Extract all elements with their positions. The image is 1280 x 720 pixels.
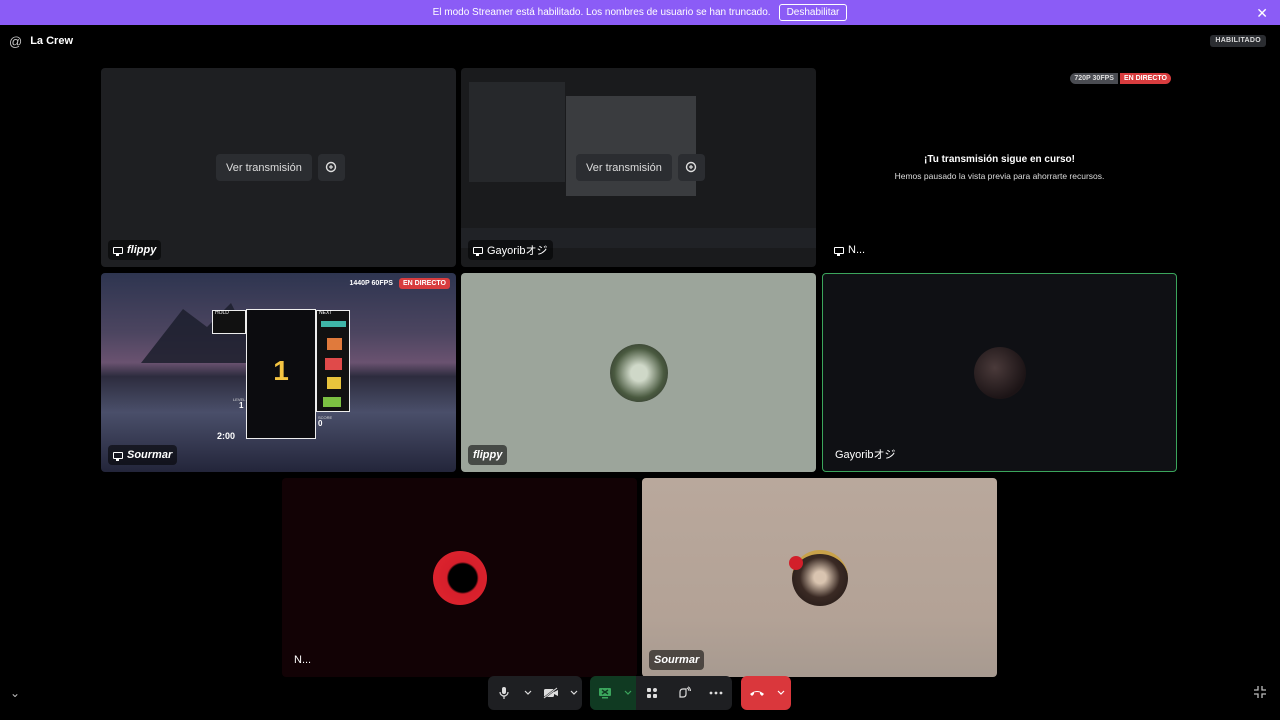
participant-name: flippy bbox=[473, 449, 503, 461]
piece-s bbox=[323, 397, 341, 407]
audio-video-group bbox=[488, 676, 582, 710]
close-icon[interactable]: ✕ bbox=[1256, 5, 1268, 22]
header: @ La Crew HABILITADO bbox=[0, 25, 1280, 57]
participant-label: flippy bbox=[468, 445, 508, 465]
stream-quality-badge: 720P 30FPS EN DIRECTO bbox=[1070, 73, 1171, 84]
user-tile-flippy[interactable]: flippy bbox=[461, 273, 816, 472]
piece-l bbox=[327, 338, 342, 350]
more-options-icon[interactable] bbox=[700, 676, 732, 710]
participant-name: Gayoribオジ bbox=[487, 245, 548, 257]
avatar bbox=[609, 343, 668, 402]
watch-stream-button[interactable]: Ver transmisión bbox=[576, 154, 672, 181]
disconnect-options-chevron-icon[interactable] bbox=[773, 676, 789, 710]
participant-label: Sourmar bbox=[108, 445, 178, 465]
quality-label: 720P 30FPS bbox=[1070, 73, 1118, 84]
streamer-badge: HABILITADO bbox=[1210, 35, 1266, 47]
quality-label: 1440P 60FPS bbox=[349, 280, 393, 287]
next-queue: NEXT bbox=[316, 310, 350, 412]
participant-label: N... bbox=[829, 240, 870, 260]
hang-up-icon[interactable] bbox=[741, 676, 773, 710]
own-stream-tile[interactable]: 720P 30FPS EN DIRECTO ¡Tu transmisión si… bbox=[822, 68, 1177, 267]
share-options-chevron-icon[interactable] bbox=[620, 676, 636, 710]
avatar bbox=[432, 550, 487, 605]
participant-label: Gayoribオジ bbox=[830, 444, 901, 464]
mic-options-chevron-icon[interactable] bbox=[520, 676, 536, 710]
next-label: NEXT bbox=[319, 310, 333, 316]
participant-name: flippy bbox=[127, 244, 157, 256]
disable-streamer-button[interactable]: Deshabilitar bbox=[778, 4, 848, 21]
level-value: 1 bbox=[239, 401, 244, 410]
live-badge: EN DIRECTO bbox=[398, 278, 450, 289]
popout-icon[interactable] bbox=[317, 154, 345, 181]
hold-box: HOLD bbox=[212, 310, 246, 334]
countdown: 1 bbox=[273, 355, 289, 386]
participant-name: Sourmar bbox=[127, 449, 173, 461]
stream-tile-sourmar[interactable]: 1440P 60FPS EN DIRECTO HOLD 1 NEXT LEVEL… bbox=[101, 273, 456, 472]
timer: 2:00 bbox=[217, 431, 236, 441]
camera-options-chevron-icon[interactable] bbox=[566, 676, 582, 710]
user-tile-sourmar[interactable]: Sourmar bbox=[642, 478, 997, 677]
live-badge: EN DIRECTO bbox=[1119, 73, 1171, 84]
participant-label: Sourmar bbox=[649, 650, 705, 670]
participant-name: Gayoribオジ bbox=[835, 449, 896, 461]
tetris-board: 1 bbox=[246, 309, 316, 439]
monitor-icon bbox=[113, 246, 123, 256]
monitor-icon bbox=[834, 246, 844, 256]
call-controls: ⌄ bbox=[0, 676, 1280, 712]
score-value: 0 bbox=[318, 419, 323, 428]
at-icon: @ bbox=[9, 33, 23, 49]
paused-subtitle: Hemos pausado la vista previa para ahorr… bbox=[894, 171, 1105, 181]
paused-title: ¡Tu transmisión sigue en curso! bbox=[924, 154, 1075, 165]
microphone-icon[interactable] bbox=[488, 676, 520, 710]
stream-quality-badge: 1440P 60FPS EN DIRECTO bbox=[345, 278, 450, 289]
watch-stream-button[interactable]: Ver transmisión bbox=[216, 154, 312, 181]
watch-controls: Ver transmisión bbox=[216, 154, 345, 181]
banner-message: El modo Streamer está habilitado. Los no… bbox=[432, 7, 771, 18]
server-title: La Crew bbox=[30, 35, 73, 47]
piece-z bbox=[325, 358, 342, 370]
editor-panel bbox=[469, 82, 565, 182]
flower-decoration bbox=[789, 556, 803, 570]
disconnect-group bbox=[741, 676, 791, 710]
avatar bbox=[973, 346, 1026, 399]
camera-off-icon[interactable] bbox=[536, 676, 566, 710]
monitor-icon bbox=[473, 246, 483, 256]
participant-name: N... bbox=[294, 654, 312, 666]
stream-tile-gayorib[interactable]: Ver transmisión Gayoribオジ bbox=[461, 68, 816, 267]
piece-i bbox=[321, 321, 346, 327]
activities-icon[interactable] bbox=[636, 676, 668, 710]
piece-o bbox=[327, 377, 341, 389]
participant-label: flippy bbox=[108, 240, 162, 260]
screen-share-icon[interactable] bbox=[590, 676, 620, 710]
user-tile-n[interactable]: N... bbox=[282, 478, 637, 677]
exit-fullscreen-icon[interactable] bbox=[1253, 685, 1267, 704]
participant-name: Sourmar bbox=[654, 654, 700, 666]
user-tile-gayorib-speaking[interactable]: Gayoribオジ bbox=[822, 273, 1177, 472]
participant-label: N... bbox=[289, 650, 316, 670]
participant-name: N... bbox=[848, 244, 866, 256]
popout-icon[interactable] bbox=[677, 154, 705, 181]
activity-group bbox=[590, 676, 732, 710]
soundboard-icon[interactable] bbox=[668, 676, 700, 710]
stream-tile-flippy[interactable]: Ver transmisión flippy bbox=[101, 68, 456, 267]
participant-label: Gayoribオジ bbox=[468, 240, 553, 260]
watch-controls: Ver transmisión bbox=[576, 154, 705, 181]
collapse-chevron-icon[interactable]: ⌄ bbox=[10, 686, 20, 700]
hold-label: HOLD bbox=[215, 310, 229, 316]
preview-image bbox=[566, 96, 696, 196]
streamer-mode-banner: El modo Streamer está habilitado. Los no… bbox=[0, 0, 1280, 25]
monitor-icon bbox=[113, 451, 123, 461]
